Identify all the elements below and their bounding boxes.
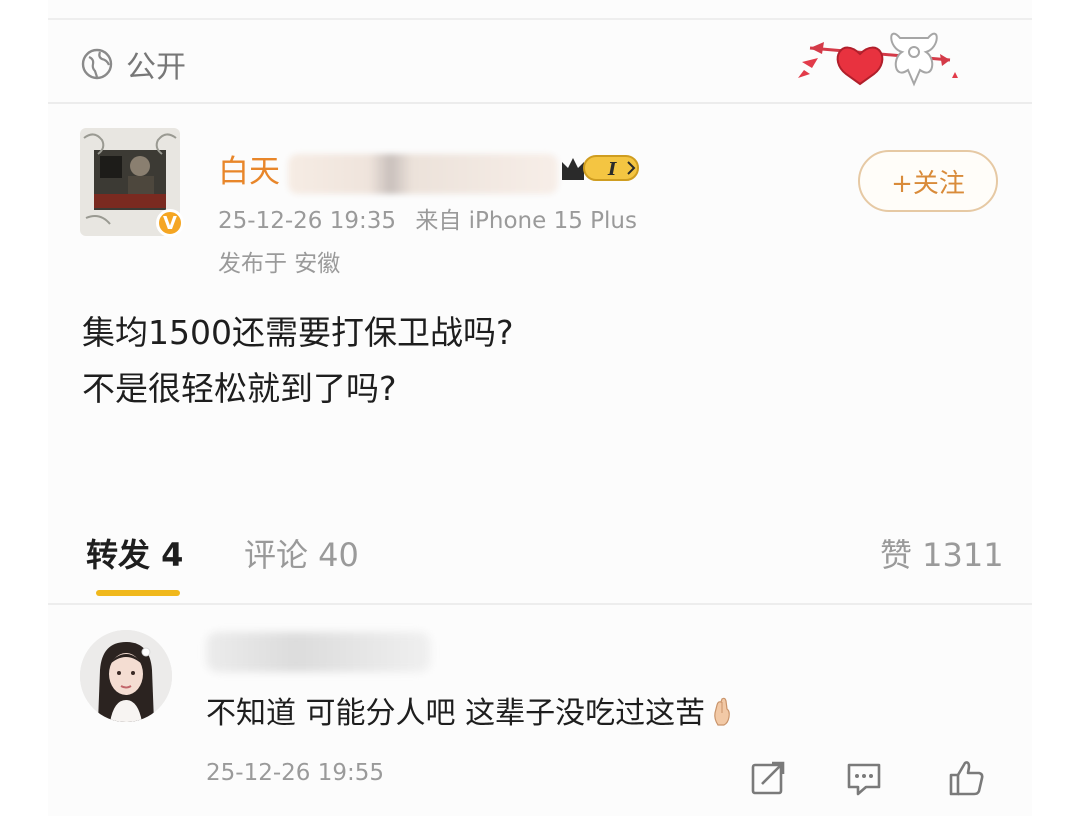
commenter-name-redacted xyxy=(206,632,431,672)
tab-comments[interactable]: 评论 40 xyxy=(244,530,359,576)
heart-arrow-sticker xyxy=(798,32,958,87)
visibility-row: 公开 xyxy=(80,44,186,85)
author-name[interactable]: 白天 xyxy=(218,146,280,191)
share-icon[interactable] xyxy=(748,758,788,798)
level-label: I xyxy=(607,159,617,180)
reply-icon[interactable] xyxy=(844,758,884,798)
globe-icon xyxy=(81,48,113,80)
member-level-badge-icon: I xyxy=(562,155,639,181)
commenter-avatar[interactable] xyxy=(80,630,172,722)
verified-badge-icon: V xyxy=(156,209,184,237)
comment-text-content: 不知道 可能分人吧 这辈子没吃过这苦 xyxy=(206,696,706,731)
header-divider xyxy=(48,102,1032,104)
post-body-line: 不是很轻松就到了吗? xyxy=(82,369,397,408)
praying-hand-emoji-icon xyxy=(714,697,730,726)
like-icon[interactable] xyxy=(946,758,986,798)
comment-timestamp: 25-12-26 19:55 xyxy=(206,760,384,786)
post-body-line: 集均1500还需要打保卫战吗? xyxy=(82,313,514,352)
comment-text: 不知道 可能分人吧 这辈子没吃过这苦 xyxy=(206,688,735,732)
tabs-divider xyxy=(48,603,1032,605)
tab-likes[interactable]: 赞 1311 xyxy=(880,530,1004,576)
author-name-redacted xyxy=(288,154,558,194)
visibility-label: 公开 xyxy=(126,50,186,85)
post-source: 来自 iPhone 15 Plus xyxy=(415,208,637,234)
post-timestamp: 25-12-26 19:35 xyxy=(218,208,396,234)
tab-repost[interactable]: 转发 4 xyxy=(86,530,183,576)
active-tab-indicator xyxy=(96,590,180,596)
post-meta: 25-12-26 19:35 来自 iPhone 15 Plus xyxy=(218,201,637,235)
follow-button[interactable]: +关注 xyxy=(858,150,998,212)
post-location: 发布于 安徽 xyxy=(218,251,341,277)
post-body: 集均1500还需要打保卫战吗? 不是很轻松就到了吗? xyxy=(82,305,514,417)
